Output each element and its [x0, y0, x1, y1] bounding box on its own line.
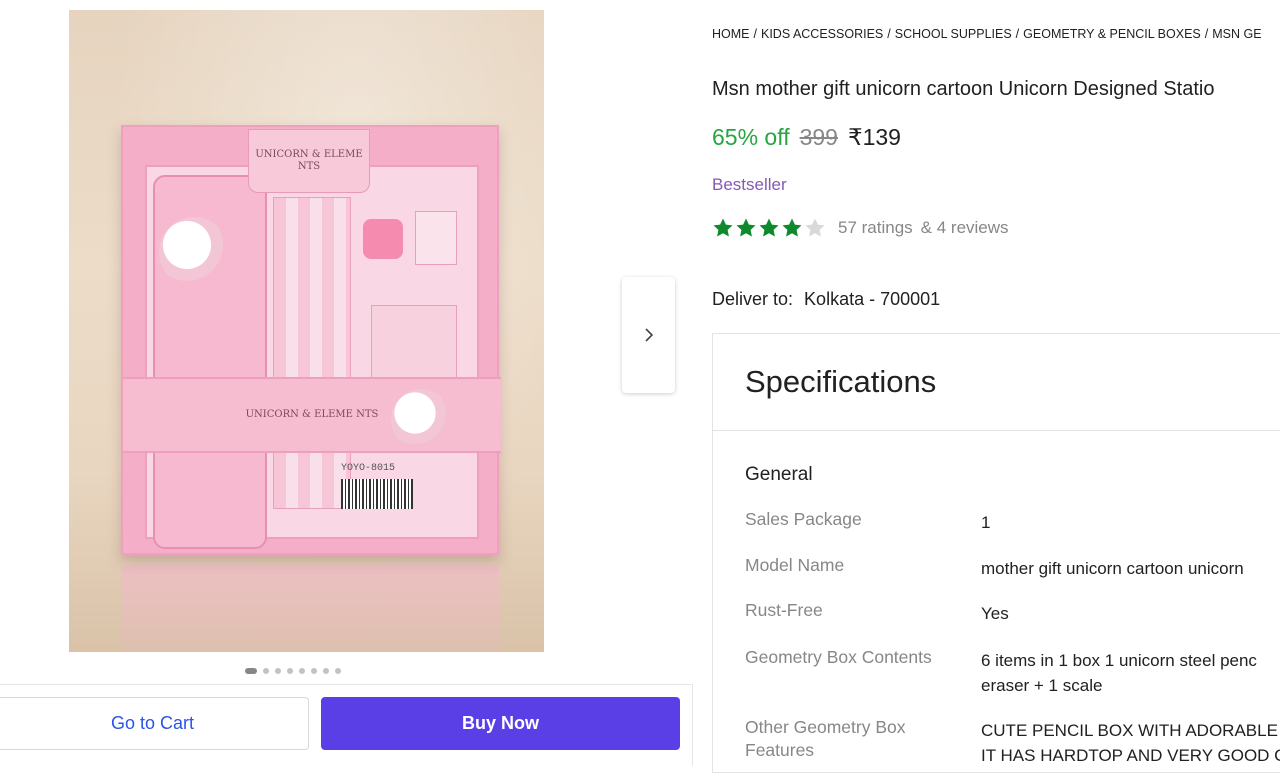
carousel-dot[interactable] [299, 668, 305, 674]
spec-value: 6 items in 1 box 1 unicorn steel penc [981, 651, 1257, 670]
star-empty-icon [805, 218, 825, 237]
carousel-dot[interactable] [263, 668, 269, 674]
carousel-dots [245, 668, 341, 674]
eraser-illustration [415, 211, 457, 265]
ratings-count[interactable]: 57 ratings [838, 218, 913, 238]
spec-value: mother gift unicorn cartoon unicorn [981, 559, 1244, 578]
spec-key: Rust-Free [745, 600, 823, 620]
discount-percent: 65% off [712, 124, 790, 150]
spec-group-title: General [745, 464, 813, 485]
spec-value: IT HAS HARDTOP AND VERY GOOD C [981, 746, 1280, 765]
image-reflection [121, 565, 499, 652]
spec-value: CUTE PENCIL BOX WITH ADORABLE [981, 721, 1278, 740]
barcode [341, 479, 413, 509]
breadcrumb-item[interactable]: MSN GE [1212, 27, 1261, 41]
breadcrumb-separator: / [1204, 27, 1209, 41]
specifications-header: Specifications [713, 334, 1280, 431]
chevron-right-icon [644, 328, 653, 342]
reviews-count[interactable]: & 4 reviews [921, 218, 1009, 238]
breadcrumb-separator: / [753, 27, 757, 41]
breadcrumb-item[interactable]: HOME [712, 27, 750, 41]
specifications-title: Specifications [745, 364, 937, 399]
next-image-button[interactable] [622, 277, 675, 393]
spec-key: Sales Package [745, 509, 862, 529]
star-filled-icon [713, 218, 733, 237]
spec-key: Geometry Box Contents [745, 647, 932, 667]
breadcrumb: HOME / KIDS ACCESSORIES / SCHOOL SUPPLIES / GE… [712, 27, 1262, 41]
carousel-dot[interactable] [275, 668, 281, 674]
star-filled-icon [782, 218, 802, 237]
pencils-illustration [273, 197, 351, 509]
delivery-location[interactable]: Kolkata - 700001 [804, 289, 940, 309]
barcode-label: YOYO-8015 [341, 463, 396, 474]
unicorn-illustration [159, 217, 229, 287]
crayons-illustration [371, 305, 457, 385]
star-filled-icon [759, 218, 779, 237]
product-image[interactable]: UNICORN & ELEME NTS UNICORN & ELEME NTS … [69, 10, 544, 652]
action-bar: Go to Cart Buy Now [0, 684, 693, 766]
carousel-dot[interactable] [311, 668, 317, 674]
breadcrumb-item[interactable]: SCHOOL SUPPLIES [895, 27, 1012, 41]
bestseller-badge: Bestseller [712, 175, 787, 194]
unicorn-illustration [391, 389, 451, 449]
specifications-panel: Specifications General Sales Package 1 M… [712, 333, 1280, 773]
delivery-info[interactable]: Deliver to: Kolkata - 700001 [712, 289, 940, 310]
breadcrumb-separator: / [1015, 27, 1020, 41]
box-label-top: UNICORN & ELEME NTS [248, 129, 370, 193]
deliver-label: Deliver to: [712, 289, 794, 309]
breadcrumb-separator: / [887, 27, 891, 41]
carousel-dot[interactable] [287, 668, 293, 674]
selling-price: ₹139 [847, 124, 901, 150]
spec-value: eraser + 1 scale [981, 676, 1103, 695]
original-price: 399 [799, 124, 838, 150]
star-filled-icon [736, 218, 756, 237]
carousel-dot[interactable] [323, 668, 329, 674]
sharpener-illustration [363, 219, 403, 259]
stationery-kit-box: UNICORN & ELEME NTS UNICORN & ELEME NTS … [121, 125, 501, 555]
price-row: 65% off 399 ₹139 [712, 124, 901, 151]
rating-row[interactable]: 57 ratings & 4 reviews [712, 217, 1009, 239]
breadcrumb-item[interactable]: GEOMETRY & PENCIL BOXES [1023, 27, 1201, 41]
spec-value: Yes [981, 604, 1009, 623]
rating-stars [712, 217, 826, 239]
spec-key: Model Name [745, 555, 845, 575]
carousel-dot[interactable] [245, 668, 257, 674]
go-to-cart-button[interactable]: Go to Cart [0, 697, 309, 750]
breadcrumb-item[interactable]: KIDS ACCESSORIES [761, 27, 883, 41]
product-title: Msn mother gift unicorn cartoon Unicorn … [712, 78, 1215, 100]
spec-key: Other Geometry Box Features [745, 717, 906, 760]
buy-now-button[interactable]: Buy Now [321, 697, 680, 750]
spec-value: 1 [981, 513, 991, 532]
carousel-dot[interactable] [335, 668, 341, 674]
